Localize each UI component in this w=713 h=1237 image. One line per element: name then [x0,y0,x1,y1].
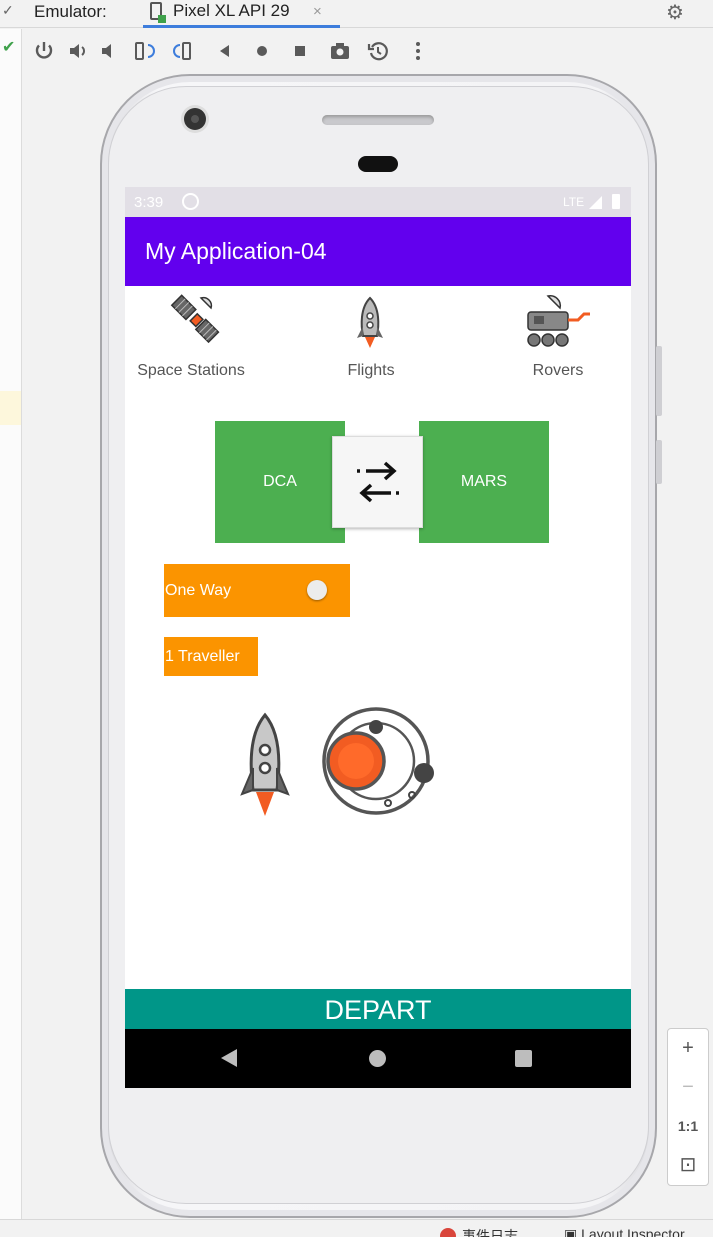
nav-back-icon[interactable] [221,1049,237,1067]
emulator-label: Emulator: [34,2,107,21]
origin-code-box[interactable]: DCA [215,421,345,543]
rocket-icon [240,712,290,816]
zoom-controls: + − 1:1 ⊡ [667,1028,709,1186]
android-nav-bar [125,1029,631,1088]
gutter-highlight [0,391,21,425]
network-type: LTE [563,195,585,209]
volume-side-button [656,346,662,416]
checkmark-icon: ✓ [2,2,14,18]
gear-icon[interactable]: ⚙ [666,0,684,25]
more-icon[interactable] [406,39,430,63]
device-tab[interactable]: Pixel XL API 29 × [143,0,340,28]
app-bar: My Application-04 [125,217,631,286]
snapshot-icon[interactable] [366,39,390,63]
zoom-out-button[interactable]: − [668,1068,708,1107]
device-icon [150,2,166,23]
overview-icon[interactable] [288,39,312,63]
zoom-actual-size-button[interactable]: 1:1 [668,1107,708,1146]
nav-label-space-stations: Space Stations [137,362,245,379]
layout-inspector-label: Layout Inspector [581,1226,685,1237]
emulator-toolbar [22,29,713,73]
swap-button[interactable] [332,436,423,528]
rotate-right-icon[interactable] [171,39,195,63]
status-bar: 3:39 LTE [125,187,631,217]
event-log-button[interactable]: 事件日志 [440,1226,518,1237]
status-time: 3:39 [134,194,164,211]
earpiece-speaker [322,115,434,125]
zoom-fit-button[interactable]: ⊡ [668,1146,708,1185]
volume-up-icon[interactable] [66,39,90,63]
close-icon[interactable]: × [313,3,322,20]
power-side-button [656,440,662,484]
rotate-left-icon[interactable] [133,39,157,63]
planet-orbit-icon [322,707,434,815]
device-screen: 3:39 LTE My Application-04 Space Station… [125,187,631,1088]
nav-home-icon[interactable] [369,1050,386,1067]
signal-icon [589,196,602,209]
one-way-switch[interactable]: One Way [164,564,350,617]
swap-arrows-icon [357,461,399,503]
event-log-icon [440,1228,456,1237]
front-camera [184,108,206,130]
checkmark-icon: ✔ [2,39,16,56]
destination-code-box[interactable]: MARS [419,421,549,543]
left-gutter: ✔ [0,29,22,1219]
nav-label-flights: Flights [347,362,395,379]
rover-icon [527,294,590,347]
zoom-in-button[interactable]: + [668,1029,708,1068]
emulator-tab-bar: ✓ Emulator: Pixel XL API 29 × ⚙ [0,0,713,28]
traveller-selector[interactable]: 1 Traveller [164,637,258,676]
layout-inspector-button[interactable]: ▣ Layout Inspector [564,1226,685,1237]
nav-recents-icon[interactable] [515,1050,532,1067]
depart-button[interactable]: DEPART [125,989,631,1029]
power-icon[interactable] [32,39,56,63]
screenshot-icon[interactable] [328,39,352,63]
traveller-label: 1 Traveller [165,648,240,665]
data-saver-icon [182,193,199,210]
device-tab-label: Pixel XL API 29 [173,1,290,20]
ide-status-bar: 事件日志 ▣ Layout Inspector [0,1219,713,1237]
back-icon[interactable] [212,39,236,63]
one-way-label: One Way [165,582,232,599]
battery-icon [612,194,620,209]
event-log-label: 事件日志 [462,1228,518,1237]
satellite-icon [170,294,220,344]
home-icon[interactable] [250,39,274,63]
nav-label-rovers: Rovers [532,362,584,379]
proximity-sensor [358,156,398,172]
volume-down-icon[interactable] [97,39,121,63]
layout-inspector-icon: ▣ [564,1226,582,1237]
switch-thumb[interactable] [307,580,327,600]
rocket-icon [357,296,383,348]
app-title: My Application-04 [145,238,327,264]
